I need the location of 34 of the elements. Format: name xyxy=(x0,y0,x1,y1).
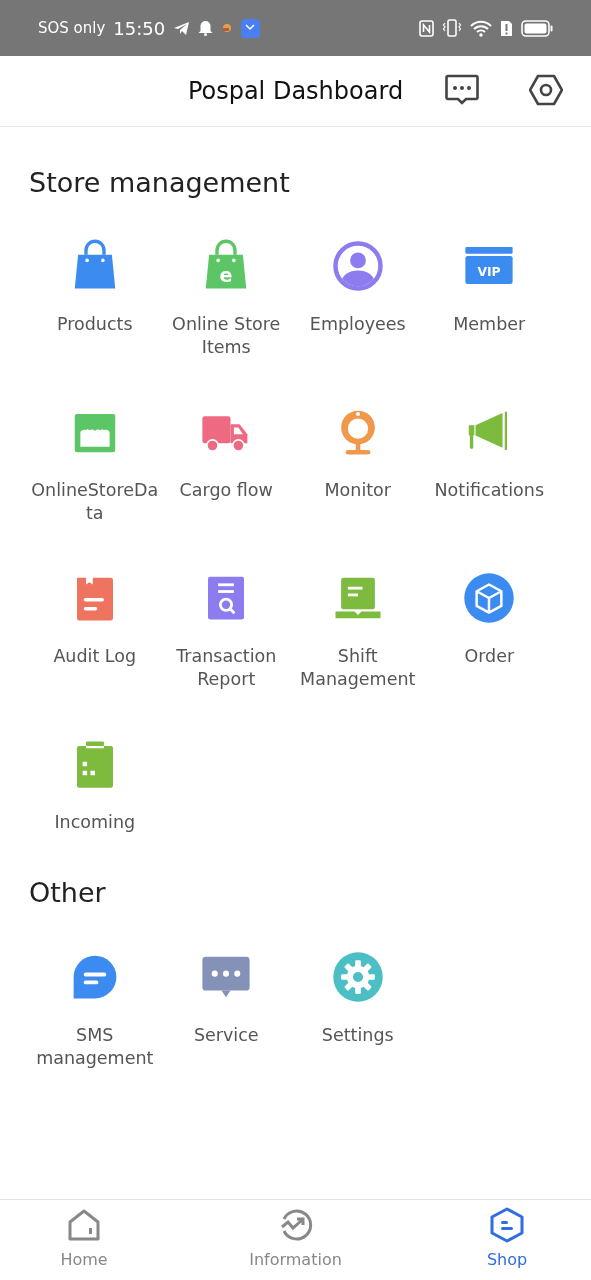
menu-item[interactable]: Settings xyxy=(292,1023,424,1047)
menu-item[interactable]: Cargo flow xyxy=(160,479,292,503)
vibrate-icon xyxy=(442,19,462,37)
battery-icon xyxy=(521,19,553,37)
bell-icon xyxy=(198,20,214,36)
clock: 15:50 xyxy=(113,16,166,41)
menu-item[interactable]: Monitor xyxy=(292,479,424,503)
section-title: Other xyxy=(29,877,107,910)
carrier-text: SOS only xyxy=(38,17,106,39)
send-icon xyxy=(173,20,191,36)
menu-item[interactable]: Employees xyxy=(292,313,424,337)
menu-item[interactable]: Online Store Items xyxy=(160,313,292,360)
menu-item[interactable]: Member xyxy=(423,313,555,337)
menu-item[interactable]: Transaction Report xyxy=(160,645,292,692)
tab[interactable]: Shop xyxy=(447,1200,567,1280)
tab[interactable]: Home xyxy=(24,1200,144,1280)
menu-item[interactable]: SMS management xyxy=(29,1023,161,1070)
hexagon-icon xyxy=(488,1206,526,1244)
chat-icon[interactable] xyxy=(445,74,479,106)
menu-item[interactable]: Products xyxy=(29,313,161,337)
menu-item[interactable]: Audit Log xyxy=(29,645,161,669)
menu-item[interactable]: Order xyxy=(423,645,555,669)
menu-item[interactable]: Service xyxy=(160,1023,292,1047)
nfc-icon xyxy=(419,19,434,37)
wifi-icon xyxy=(470,19,492,37)
section-title: Store management xyxy=(29,167,291,200)
menu-item[interactable]: Notifications xyxy=(423,479,555,503)
settings-icon[interactable] xyxy=(529,74,563,106)
page-title: Pospal Dashboard xyxy=(187,76,404,106)
menu-item[interactable]: Incoming xyxy=(29,811,161,835)
menu-item[interactable]: OnlineStoreData xyxy=(29,479,161,526)
tab[interactable]: Information xyxy=(235,1200,356,1280)
menu-item[interactable]: Shift Management xyxy=(292,645,424,692)
sim-alert-icon xyxy=(500,19,513,37)
